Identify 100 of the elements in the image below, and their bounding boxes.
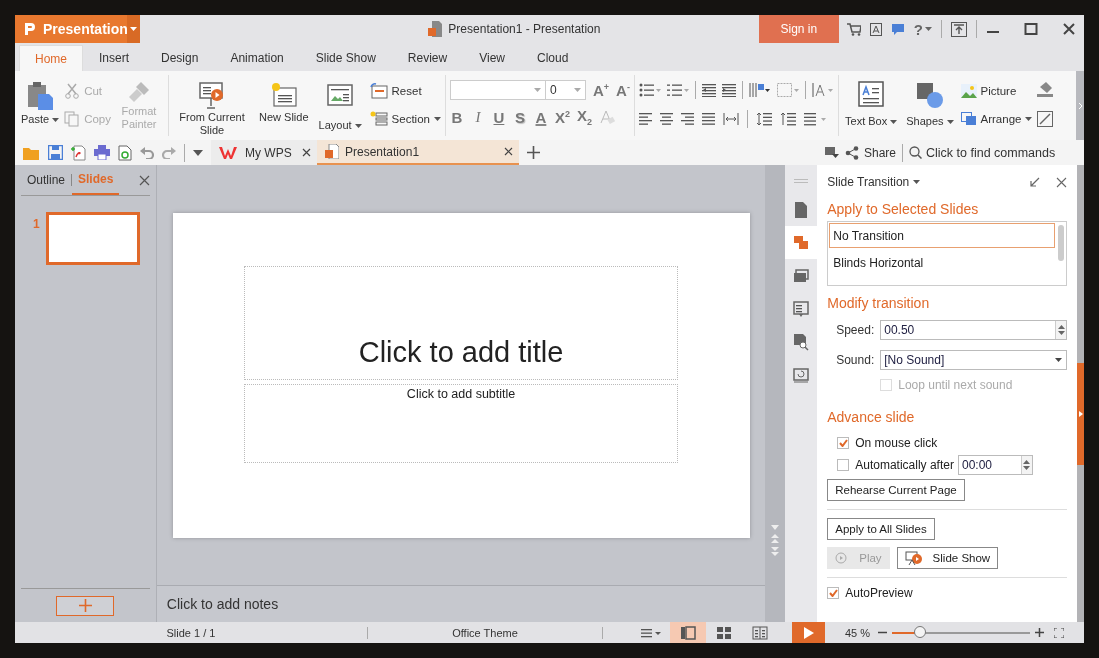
text-box-button[interactable]: Text Box [843,79,900,130]
view-button[interactable] [670,622,706,643]
fill-bucket-icon[interactable] [1037,81,1054,97]
print-icon[interactable] [94,145,110,160]
undo-icon[interactable] [140,146,154,159]
share-button[interactable]: Share [844,145,896,160]
increase-indent-icon[interactable] [722,83,737,97]
pane-title[interactable]: Slide Transition [827,175,910,189]
color-button[interactable]: A [533,108,548,126]
ribbon-tab[interactable]: Animation [214,45,300,71]
save-icon[interactable] [48,145,63,160]
underline-button[interactable]: U [491,108,506,126]
decrease-indent-icon[interactable] [702,83,717,97]
section-button[interactable]: Section [369,109,441,129]
bold-button[interactable]: B [449,108,464,126]
align-center-icon[interactable] [660,113,674,125]
slide-thumbnail[interactable] [45,212,140,265]
collapse-ribbon-icon[interactable] [824,146,839,159]
text-direction-icon[interactable] [812,82,835,98]
time-field[interactable]: 00:00 [957,455,1033,475]
drag-handle-icon[interactable] [794,179,809,183]
transition-list[interactable]: No Transition Blinds Horizontal [827,221,1067,286]
line-spacing-icon[interactable] [756,112,773,126]
ribbon-tab[interactable]: Design [145,45,215,71]
from-current-slide-button[interactable]: From Current Slide [173,79,251,139]
export-pdf-icon[interactable] [71,144,86,161]
close-icon[interactable] [1062,22,1076,36]
reset-icon [369,83,388,99]
apply-all-button[interactable]: Apply to All Slides [827,518,935,540]
justify-icon[interactable] [702,113,716,125]
document-tab[interactable]: Presentation1 [317,140,519,165]
scrollbar-thumb[interactable] [1058,225,1064,261]
command-search-field[interactable]: Click to find commands [926,145,1078,160]
ribbon-tab[interactable]: View [463,45,521,71]
column-spacing-icon[interactable] [749,82,772,98]
transition-item[interactable]: No Transition [829,223,1055,248]
font-box-icon[interactable] [869,22,882,36]
align-right-icon[interactable] [681,113,695,125]
upload-icon[interactable] [951,21,967,37]
paste-button[interactable]: Paste [19,79,62,128]
speed-field[interactable]: 00.50 [880,320,1067,340]
zoom-thumb[interactable] [913,626,926,638]
spin-arrows-icon[interactable] [1023,459,1031,471]
slide-canvas[interactable]: Click to add title Click to add subtitle [172,213,750,538]
ribbon-tab[interactable]: Slide Show [299,45,392,71]
cart-icon[interactable] [846,22,861,36]
panel-tab[interactable]: Outline [21,165,72,195]
ribbon-tab[interactable]: Cloud [520,45,585,71]
new-tab-icon[interactable] [527,146,540,159]
close-icon[interactable] [504,147,513,156]
indent-list-icon[interactable] [804,112,827,126]
font-name-field[interactable] [449,80,546,100]
new-slide-button[interactable]: New Slide [257,79,311,126]
undock-icon[interactable] [1029,176,1040,188]
picture-button[interactable]: Picture [960,81,1033,101]
side-panel-tab[interactable] [785,226,818,259]
superscript-button[interactable]: X$^{2}$ [554,108,570,126]
spin-arrows-icon[interactable] [1057,324,1065,336]
slide-show-button[interactable]: Slide Show [896,547,999,569]
shapes-button[interactable]: Shapes [904,79,956,130]
title-placeholder[interactable]: Click to add title [244,266,679,380]
maximize-icon[interactable] [1024,22,1038,36]
subtitle-placeholder[interactable]: Click to add subtitle [244,384,679,463]
zoom-in-icon[interactable] [1035,628,1045,637]
paragraph-spacing-icon[interactable] [780,112,797,126]
align-left-icon[interactable] [639,113,653,125]
grow-font-button[interactable]: A$^{+}$ [592,81,610,99]
layout-button[interactable]: Layout [316,79,364,134]
sound-dropdown[interactable]: [No Sound] [880,350,1067,370]
checkbox[interactable] [837,459,850,471]
dropdown-icon[interactable] [193,149,203,156]
help-button[interactable]: ? [913,20,932,38]
chat-icon[interactable] [890,22,905,36]
app-menu-dropdown[interactable] [127,15,140,43]
checkbox[interactable] [827,587,840,599]
bullets-icon[interactable] [639,83,662,97]
close-icon[interactable] [302,148,311,157]
numbering-icon[interactable] [667,83,690,97]
close-icon[interactable] [1056,176,1067,188]
play-slideshow-button[interactable] [792,622,825,643]
ribbon-tab[interactable]: Insert [83,45,146,71]
outline-icon[interactable] [1037,111,1054,127]
pane-toggle-tab[interactable] [1077,363,1084,465]
reset-button[interactable]: Reset [369,81,441,101]
shrink-font-button[interactable]: A$^{-}$ [616,81,631,99]
rehearse-button[interactable]: Rehearse Current Page [827,479,965,501]
close-icon[interactable] [138,174,150,186]
document-tab[interactable]: My WPS [211,140,317,165]
notes-options-icon[interactable] [641,627,661,638]
fit-window-icon[interactable] [1054,627,1065,638]
italic-button[interactable]: I [470,108,485,126]
distribute-icon[interactable] [723,113,740,125]
print-preview-icon[interactable] [118,144,132,161]
subscript-button[interactable]: X$_{2}$ [576,107,592,127]
ribbon-tab[interactable]: Review [391,45,464,71]
checkbox[interactable] [837,437,850,449]
arrange-button[interactable]: Arrange [960,109,1033,129]
font-size-field[interactable]: 0 [545,80,586,100]
shadow-button[interactable]: S [512,108,527,126]
transition-item[interactable]: Blinds Horizontal [829,250,1055,275]
